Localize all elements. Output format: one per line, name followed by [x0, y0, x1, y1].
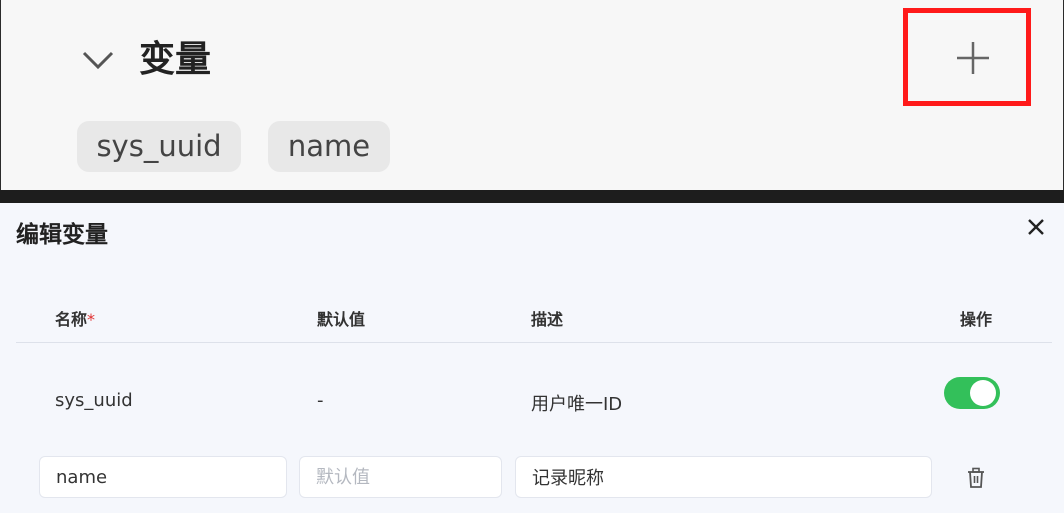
column-header-name-label: 名称	[55, 310, 88, 329]
variable-chip[interactable]: sys_uuid	[77, 121, 241, 172]
trash-icon[interactable]	[966, 467, 986, 489]
toggle-knob	[970, 380, 996, 406]
divider	[0, 190, 1064, 203]
row-description: 用户唯一ID	[531, 394, 623, 415]
edit-variables-dialog: 编辑变量 名称* 默认值 描述 操作 sys_uuid - 用户唯一ID	[0, 203, 1064, 513]
column-header-description: 描述	[531, 310, 564, 329]
required-mark: *	[87, 310, 96, 329]
default-value-input[interactable]	[299, 456, 502, 498]
column-header-actions: 操作	[960, 310, 993, 329]
variables-panel: 变量 sys_uuid name	[0, 0, 1064, 190]
row-default: -	[317, 390, 324, 411]
chevron-down-icon[interactable]	[81, 44, 115, 74]
enabled-toggle[interactable]	[944, 377, 1000, 409]
dialog-title: 编辑变量	[16, 222, 108, 248]
row-name: sys_uuid	[55, 390, 133, 411]
header-divider	[16, 342, 1052, 343]
column-header-name: 名称*	[55, 306, 95, 330]
name-input[interactable]	[39, 456, 287, 498]
variable-chip[interactable]: name	[268, 121, 390, 172]
close-icon[interactable]	[1026, 217, 1046, 237]
section-title: 变量	[139, 39, 212, 80]
description-input[interactable]	[515, 456, 932, 498]
column-header-default: 默认值	[317, 310, 366, 329]
plus-icon[interactable]	[953, 38, 993, 78]
